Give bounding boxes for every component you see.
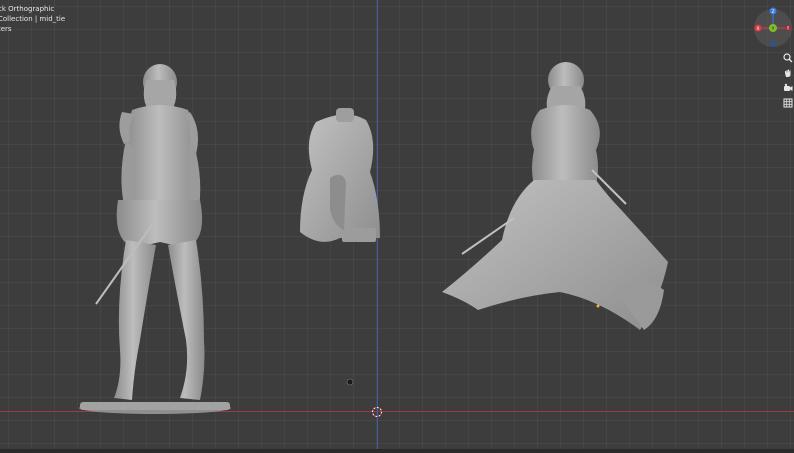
- camera-icon: [784, 83, 793, 91]
- gizmo-y-label: Y: [771, 26, 775, 32]
- gizmo-neg-z-icon: [770, 41, 776, 47]
- light-marker-icon: [346, 378, 354, 386]
- zoom-button[interactable]: [782, 52, 794, 64]
- gizmo-neg-x-label: X: [756, 26, 759, 32]
- viewport-bottom-edge: [0, 449, 794, 453]
- origin-point-icon: [596, 304, 600, 308]
- gizmo-pos-z-label: Z: [771, 9, 774, 15]
- figure-torso-part[interactable]: [300, 108, 380, 242]
- figure-standing-back[interactable]: [79, 64, 231, 414]
- zoom-icon: [783, 53, 793, 63]
- figure-dress-back[interactable]: [442, 62, 668, 330]
- scene-render[interactable]: [0, 0, 794, 453]
- 3d-cursor-icon[interactable]: [371, 406, 383, 418]
- navigation-gizmo[interactable]: Z X X Y: [752, 6, 794, 50]
- projection-toggle-button[interactable]: [782, 97, 794, 109]
- 3d-viewport[interactable]: ck Orthographic Collection | mid_tie ter…: [0, 0, 794, 453]
- pan-button[interactable]: [782, 67, 794, 79]
- camera-view-button[interactable]: [782, 82, 794, 94]
- grid-icon: [783, 98, 793, 108]
- hand-pan-icon: [785, 69, 791, 77]
- gizmo-pos-x-label: X: [787, 26, 790, 31]
